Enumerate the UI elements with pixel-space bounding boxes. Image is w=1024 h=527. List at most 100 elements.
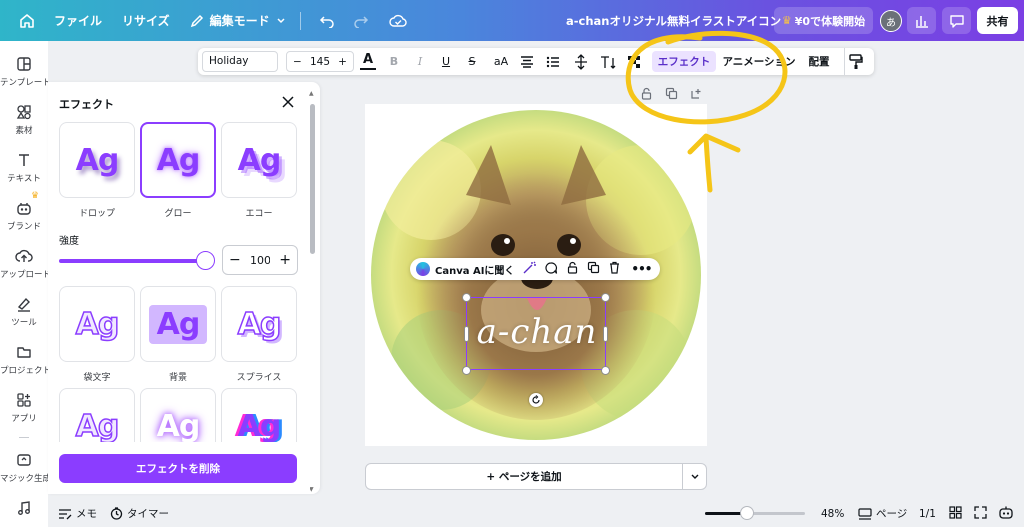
paint-format-icon[interactable] (844, 48, 866, 75)
minus-icon[interactable]: − (229, 252, 241, 268)
plus-icon[interactable]: + (338, 56, 347, 68)
text-color-icon[interactable]: A (360, 51, 376, 70)
canvas-text[interactable]: a-chan (462, 312, 612, 352)
grid-view-icon[interactable] (949, 505, 962, 522)
magic-edit-icon[interactable] (522, 261, 537, 278)
fullscreen-icon[interactable] (974, 505, 987, 522)
ask-ai-button[interactable]: Canva AIに聞く (435, 262, 514, 277)
avatar[interactable]: あ (880, 10, 902, 32)
assistant-icon[interactable] (998, 505, 1014, 522)
rail-label: アプリ (11, 414, 37, 424)
close-icon[interactable] (280, 94, 296, 110)
redo-icon[interactable] (353, 14, 369, 28)
rail-item-text[interactable]: テキスト (0, 151, 48, 184)
home-icon[interactable] (18, 12, 36, 30)
font-size-value[interactable]: 145 (310, 56, 330, 68)
strength-value[interactable]: 100 (250, 254, 270, 267)
rail-item-music[interactable] (0, 499, 48, 517)
trash-icon[interactable] (608, 261, 621, 277)
animate-button[interactable]: アニメーション (720, 48, 798, 75)
position-button[interactable]: 配置 (804, 48, 834, 75)
rail-item-projects[interactable]: プロジェクト (0, 343, 48, 376)
rail-item-apps[interactable]: アプリ (0, 391, 48, 424)
rail-item-templates[interactable]: テンプレート (0, 55, 48, 88)
strength-slider-track[interactable] (59, 259, 206, 263)
duplicate-icon[interactable] (665, 85, 678, 104)
effect-label: エコー (245, 209, 273, 219)
case-toggle[interactable]: aA (490, 48, 512, 75)
effect-label: ドロップ (78, 209, 115, 219)
strikethrough-icon[interactable]: S (464, 48, 480, 75)
effect-tile-echo[interactable]: Ag (221, 122, 297, 198)
resize-handle[interactable] (462, 293, 471, 302)
resize-handle[interactable] (601, 293, 610, 302)
font-size-stepper: − 145 + (286, 51, 354, 72)
effect-tile-glow[interactable]: Ag (140, 122, 216, 198)
rail-item-draw[interactable]: ツール (0, 295, 48, 328)
effect-tile-hollow[interactable]: Ag (59, 286, 135, 362)
lock-icon[interactable] (566, 261, 579, 277)
font-selector[interactable]: Holiday (202, 51, 278, 72)
music-icon (15, 499, 33, 517)
resize-handle[interactable] (601, 366, 610, 375)
rail-item-brand[interactable]: ブランド (0, 199, 48, 232)
rail-label: アップロード (0, 270, 48, 280)
share-button[interactable]: 共有 (977, 7, 1018, 34)
free-trial-label: ¥0で体験開始 (794, 14, 866, 28)
zoom-slider-thumb[interactable] (740, 506, 754, 520)
rail-item-elements[interactable]: 素材 (0, 103, 48, 136)
duplicate-icon[interactable] (587, 261, 600, 277)
resize-menu[interactable]: リサイズ (122, 12, 170, 29)
add-page-button[interactable]: + ページを追加 (366, 464, 682, 489)
edit-mode-menu[interactable]: 編集モード (190, 12, 286, 29)
undo-icon[interactable] (319, 14, 335, 28)
effect-preview: Ag (148, 304, 208, 344)
insights-button[interactable] (907, 7, 936, 34)
minus-icon[interactable]: − (293, 56, 302, 68)
elements-icon (15, 103, 33, 121)
pages-button[interactable]: ページ (858, 506, 907, 521)
effect-label: 背景 (168, 373, 187, 383)
file-menu[interactable]: ファイル (54, 12, 102, 29)
italic-icon[interactable]: I (412, 48, 428, 75)
zoom-value[interactable]: 48% (821, 508, 844, 520)
transparency-icon[interactable] (626, 48, 642, 75)
underline-icon[interactable]: U (438, 48, 454, 75)
effect-preview: Ag (75, 306, 120, 343)
panel-scrollbar[interactable]: ▲ ▼ (309, 90, 315, 494)
strength-slider-thumb[interactable] (196, 251, 215, 270)
rail-label: 素材 (15, 126, 33, 136)
list-icon[interactable] (545, 48, 561, 75)
spacing-icon[interactable] (572, 48, 590, 75)
timer-button[interactable]: タイマー (110, 506, 169, 521)
add-page-icon[interactable] (690, 85, 703, 104)
notes-button[interactable]: メモ (58, 506, 97, 521)
bold-icon[interactable]: B (386, 48, 402, 75)
more-icon[interactable]: ••• (631, 262, 652, 276)
align-center-icon[interactable] (519, 48, 535, 75)
comment-add-icon[interactable] (544, 261, 558, 278)
effect-tile-drop[interactable]: Ag (59, 122, 135, 198)
scroll-thumb[interactable] (310, 104, 315, 254)
effect-tile-splice[interactable]: Ag (221, 286, 297, 362)
comment-icon (949, 14, 964, 28)
document-title[interactable]: a-chanオリジナル無料イラストアイコン (566, 13, 781, 29)
free-trial-button[interactable]: ♛ ¥0で体験開始 (774, 7, 873, 34)
rail-label: ブランド (6, 222, 41, 232)
crown-icon: ♛ (781, 14, 792, 27)
effect-tile-background[interactable]: Ag (140, 286, 216, 362)
rail-label: マジック生成 (0, 474, 48, 484)
comments-button[interactable] (942, 7, 971, 34)
effects-button[interactable]: エフェクト (652, 51, 716, 72)
lock-icon[interactable] (640, 85, 653, 104)
plus-icon[interactable]: + (279, 252, 291, 268)
chevron-down-icon[interactable] (682, 464, 706, 489)
rail-item-uploads[interactable]: アップロード (0, 247, 48, 280)
remove-effect-button[interactable]: エフェクトを削除 (59, 454, 297, 483)
cloud-saved-icon[interactable] (388, 14, 407, 28)
rail-label: テンプレート (0, 78, 48, 88)
rotate-handle-icon[interactable] (529, 393, 543, 407)
text-direction-icon[interactable] (599, 48, 619, 75)
rail-item-magic[interactable]: マジック生成 (0, 451, 48, 484)
resize-handle[interactable] (462, 366, 471, 375)
